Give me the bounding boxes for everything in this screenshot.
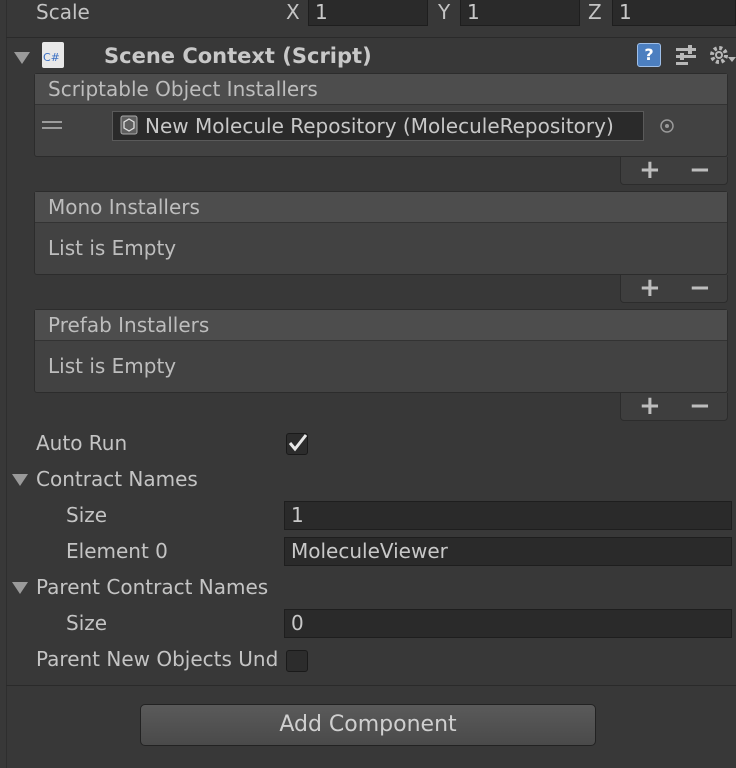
contract-names-foldout-icon[interactable] bbox=[12, 474, 28, 486]
scriptable-installers-footer: + − bbox=[620, 155, 728, 185]
add-scriptable-installer-button[interactable]: + bbox=[639, 155, 661, 185]
prefab-installers-header: Prefab Installers bbox=[35, 310, 727, 341]
component-title: Scene Context (Script) bbox=[104, 44, 372, 68]
contract-names-element0-label: Element 0 bbox=[66, 539, 168, 563]
scriptable-installers-header: Scriptable Object Installers bbox=[35, 74, 727, 105]
scale-z-field[interactable]: 1 bbox=[612, 0, 736, 26]
add-prefab-installer-button[interactable]: + bbox=[639, 391, 661, 421]
gear-icon[interactable] bbox=[708, 43, 736, 69]
object-picker-icon[interactable] bbox=[658, 117, 676, 135]
parent-contract-names-size-field[interactable]: 0 bbox=[284, 609, 732, 638]
auto-run-checkbox[interactable] bbox=[286, 433, 308, 455]
preset-sliders-icon[interactable] bbox=[674, 44, 698, 68]
contract-names-element0-field[interactable]: MoleculeViewer bbox=[284, 537, 732, 566]
checkmark-icon bbox=[288, 434, 308, 452]
mono-installers-footer: + − bbox=[620, 273, 728, 303]
prefab-installers-empty-text: List is Empty bbox=[48, 354, 177, 378]
prefab-installers-footer: + − bbox=[620, 391, 728, 421]
mono-installers-empty-text: List is Empty bbox=[48, 236, 177, 260]
add-component-separator bbox=[6, 685, 736, 686]
contract-names-label[interactable]: Contract Names bbox=[36, 467, 198, 491]
csharp-script-icon: C# bbox=[42, 42, 64, 68]
component-separator bbox=[6, 37, 736, 38]
help-book-icon[interactable]: ? bbox=[637, 43, 661, 67]
mono-installers-list: Mono Installers List is Empty bbox=[34, 191, 728, 275]
drag-handle-icon[interactable] bbox=[42, 121, 62, 129]
add-component-button[interactable]: Add Component bbox=[140, 704, 596, 746]
remove-prefab-installer-button[interactable]: − bbox=[689, 391, 711, 421]
parent-new-objects-checkbox[interactable] bbox=[286, 650, 308, 672]
unity-asset-icon bbox=[120, 115, 138, 135]
molecule-repository-object-field[interactable]: New Molecule Repository (MoleculeReposit… bbox=[112, 111, 644, 141]
mono-installers-header: Mono Installers bbox=[35, 192, 727, 223]
parent-new-objects-label: Parent New Objects Und bbox=[36, 647, 279, 671]
scale-x-field[interactable]: 1 bbox=[308, 0, 428, 26]
contract-names-size-label: Size bbox=[66, 503, 108, 527]
scale-label: Scale bbox=[36, 0, 90, 24]
add-mono-installer-button[interactable]: + bbox=[639, 273, 661, 303]
scale-y-label[interactable]: Y bbox=[438, 0, 450, 24]
scale-z-label[interactable]: Z bbox=[588, 0, 602, 24]
parent-contract-names-size-label: Size bbox=[66, 611, 108, 635]
inspector-left-border bbox=[6, 0, 7, 768]
auto-run-label: Auto Run bbox=[36, 431, 128, 455]
parent-contract-names-label[interactable]: Parent Contract Names bbox=[36, 575, 268, 599]
remove-scriptable-installer-button[interactable]: − bbox=[689, 155, 711, 185]
prefab-installers-list: Prefab Installers List is Empty bbox=[34, 309, 728, 393]
scale-y-field[interactable]: 1 bbox=[460, 0, 580, 26]
remove-mono-installer-button[interactable]: − bbox=[689, 273, 711, 303]
foldout-triangle-icon[interactable] bbox=[14, 52, 30, 64]
contract-names-size-field[interactable]: 1 bbox=[284, 501, 732, 530]
scale-x-label[interactable]: X bbox=[286, 0, 300, 24]
parent-contract-names-foldout-icon[interactable] bbox=[12, 582, 28, 594]
